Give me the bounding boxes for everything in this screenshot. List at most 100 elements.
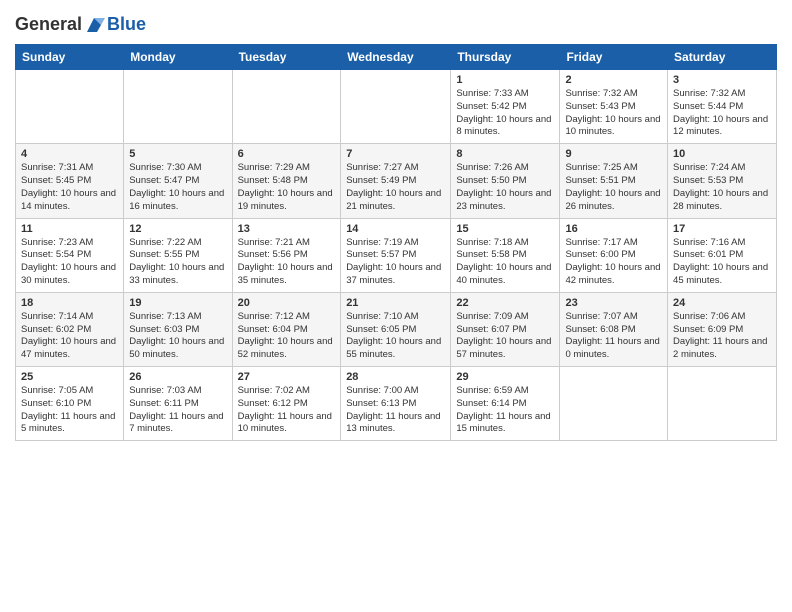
weekday-header-saturday: Saturday: [668, 45, 777, 70]
logo: General Blue: [15, 14, 146, 36]
calendar-cell: 25 Sunrise: 7:05 AM Sunset: 6:10 PM Dayli…: [16, 367, 124, 441]
day-content: Sunrise: 7:10 AM Sunset: 6:05 PM Dayligh…: [346, 311, 445, 362]
calendar-cell: 26Sunrise: 7:03 AM Sunset: 6:11 PM Dayli…: [124, 367, 232, 441]
day-number: 10: [673, 148, 771, 160]
calendar-cell: 9 Sunrise: 7:25 AM Sunset: 5:51 PM Daylig…: [560, 144, 668, 218]
day-number: 13: [238, 223, 336, 235]
day-number: 22: [456, 297, 554, 309]
day-number: 12: [129, 223, 226, 235]
day-content: Sunrise: 7:26 AM Sunset: 5:50 PM Dayligh…: [456, 162, 554, 213]
day-content: Sunrise: 7:31 AM Sunset: 5:45 PM Dayligh…: [21, 162, 118, 213]
day-content: Sunrise: 7:25 AM Sunset: 5:51 PM Dayligh…: [565, 162, 662, 213]
calendar-week-row: 1 Sunrise: 7:33 AM Sunset: 5:42 PM Daylig…: [16, 70, 777, 144]
day-content: Sunrise: 7:29 AM Sunset: 5:48 PM Dayligh…: [238, 162, 336, 213]
day-number: 27: [238, 371, 336, 383]
calendar-cell: [560, 367, 668, 441]
header: General Blue: [15, 10, 777, 36]
day-content: Sunrise: 7:05 AM Sunset: 6:10 PM Dayligh…: [21, 385, 118, 436]
day-number: 17: [673, 223, 771, 235]
calendar-table: SundayMondayTuesdayWednesdayThursdayFrid…: [15, 44, 777, 441]
calendar-cell: 14 Sunrise: 7:19 AM Sunset: 5:57 PM Dayli…: [341, 218, 451, 292]
day-number: 16: [565, 223, 662, 235]
calendar-cell: 8 Sunrise: 7:26 AM Sunset: 5:50 PM Daylig…: [451, 144, 560, 218]
calendar-cell: [668, 367, 777, 441]
calendar-cell: 3 Sunrise: 7:32 AM Sunset: 5:44 PM Daylig…: [668, 70, 777, 144]
day-number: 1: [456, 74, 554, 86]
day-number: 24: [673, 297, 771, 309]
day-number: 23: [565, 297, 662, 309]
day-number: 6: [238, 148, 336, 160]
day-content: Sunrise: 7:14 AM Sunset: 6:02 PM Dayligh…: [21, 311, 118, 362]
page: General Blue SundayMondayTuesdayWednesda…: [0, 0, 792, 612]
day-content: Sunrise: 7:03 AM Sunset: 6:11 PM Dayligh…: [129, 385, 226, 436]
calendar-cell: 7 Sunrise: 7:27 AM Sunset: 5:49 PM Daylig…: [341, 144, 451, 218]
day-content: Sunrise: 7:23 AM Sunset: 5:54 PM Dayligh…: [21, 237, 118, 288]
day-content: Sunrise: 7:24 AM Sunset: 5:53 PM Dayligh…: [673, 162, 771, 213]
day-number: 8: [456, 148, 554, 160]
day-number: 2: [565, 74, 662, 86]
day-content: Sunrise: 7:07 AM Sunset: 6:08 PM Dayligh…: [565, 311, 662, 362]
day-content: Sunrise: 7:06 AM Sunset: 6:09 PM Dayligh…: [673, 311, 771, 362]
weekday-header-wednesday: Wednesday: [341, 45, 451, 70]
day-number: 5: [129, 148, 226, 160]
calendar-week-row: 11 Sunrise: 7:23 AM Sunset: 5:54 PM Dayli…: [16, 218, 777, 292]
day-content: Sunrise: 7:19 AM Sunset: 5:57 PM Dayligh…: [346, 237, 445, 288]
weekday-header-tuesday: Tuesday: [232, 45, 341, 70]
day-content: Sunrise: 7:17 AM Sunset: 6:00 PM Dayligh…: [565, 237, 662, 288]
calendar-cell: [16, 70, 124, 144]
day-content: Sunrise: 7:09 AM Sunset: 6:07 PM Dayligh…: [456, 311, 554, 362]
calendar-week-row: 18Sunrise: 7:14 AM Sunset: 6:02 PM Dayli…: [16, 292, 777, 366]
weekday-header-thursday: Thursday: [451, 45, 560, 70]
calendar-cell: 28 Sunrise: 7:00 AM Sunset: 6:13 PM Dayli…: [341, 367, 451, 441]
calendar-cell: 6 Sunrise: 7:29 AM Sunset: 5:48 PM Daylig…: [232, 144, 341, 218]
day-number: 9: [565, 148, 662, 160]
day-content: Sunrise: 7:12 AM Sunset: 6:04 PM Dayligh…: [238, 311, 336, 362]
day-number: 28: [346, 371, 445, 383]
calendar-cell: 20 Sunrise: 7:12 AM Sunset: 6:04 PM Dayli…: [232, 292, 341, 366]
day-number: 25: [21, 371, 118, 383]
calendar-week-row: 4 Sunrise: 7:31 AM Sunset: 5:45 PM Daylig…: [16, 144, 777, 218]
day-content: Sunrise: 7:02 AM Sunset: 6:12 PM Dayligh…: [238, 385, 336, 436]
day-content: Sunrise: 7:30 AM Sunset: 5:47 PM Dayligh…: [129, 162, 226, 213]
day-content: Sunrise: 7:21 AM Sunset: 5:56 PM Dayligh…: [238, 237, 336, 288]
day-content: Sunrise: 7:22 AM Sunset: 5:55 PM Dayligh…: [129, 237, 226, 288]
calendar-cell: 13 Sunrise: 7:21 AM Sunset: 5:56 PM Dayli…: [232, 218, 341, 292]
weekday-header-monday: Monday: [124, 45, 232, 70]
day-number: 14: [346, 223, 445, 235]
day-content: Sunrise: 7:32 AM Sunset: 5:43 PM Dayligh…: [565, 88, 662, 139]
calendar-cell: [124, 70, 232, 144]
day-content: Sunrise: 7:18 AM Sunset: 5:58 PM Dayligh…: [456, 237, 554, 288]
calendar-cell: 19Sunrise: 7:13 AM Sunset: 6:03 PM Dayli…: [124, 292, 232, 366]
calendar-cell: 18Sunrise: 7:14 AM Sunset: 6:02 PM Dayli…: [16, 292, 124, 366]
weekday-header-row: SundayMondayTuesdayWednesdayThursdayFrid…: [16, 45, 777, 70]
day-content: Sunrise: 7:00 AM Sunset: 6:13 PM Dayligh…: [346, 385, 445, 436]
day-content: Sunrise: 6:59 AM Sunset: 6:14 PM Dayligh…: [456, 385, 554, 436]
calendar-week-row: 25 Sunrise: 7:05 AM Sunset: 6:10 PM Dayli…: [16, 367, 777, 441]
calendar-cell: [341, 70, 451, 144]
logo-text: General Blue: [15, 14, 146, 36]
day-number: 20: [238, 297, 336, 309]
weekday-header-friday: Friday: [560, 45, 668, 70]
day-number: 4: [21, 148, 118, 160]
day-content: Sunrise: 7:16 AM Sunset: 6:01 PM Dayligh…: [673, 237, 771, 288]
calendar-cell: 10 Sunrise: 7:24 AM Sunset: 5:53 PM Dayli…: [668, 144, 777, 218]
day-number: 3: [673, 74, 771, 86]
day-number: 11: [21, 223, 118, 235]
day-content: Sunrise: 7:27 AM Sunset: 5:49 PM Dayligh…: [346, 162, 445, 213]
day-number: 29: [456, 371, 554, 383]
calendar-cell: [232, 70, 341, 144]
calendar-cell: 21Sunrise: 7:10 AM Sunset: 6:05 PM Dayli…: [341, 292, 451, 366]
calendar-cell: 29 Sunrise: 6:59 AM Sunset: 6:14 PM Dayli…: [451, 367, 560, 441]
day-number: 7: [346, 148, 445, 160]
day-number: 19: [129, 297, 226, 309]
day-content: Sunrise: 7:33 AM Sunset: 5:42 PM Dayligh…: [456, 88, 554, 139]
day-content: Sunrise: 7:32 AM Sunset: 5:44 PM Dayligh…: [673, 88, 771, 139]
calendar-cell: 22 Sunrise: 7:09 AM Sunset: 6:07 PM Dayli…: [451, 292, 560, 366]
calendar-cell: 2 Sunrise: 7:32 AM Sunset: 5:43 PM Daylig…: [560, 70, 668, 144]
calendar-cell: 1 Sunrise: 7:33 AM Sunset: 5:42 PM Daylig…: [451, 70, 560, 144]
calendar-cell: 5 Sunrise: 7:30 AM Sunset: 5:47 PM Daylig…: [124, 144, 232, 218]
calendar-cell: 17 Sunrise: 7:16 AM Sunset: 6:01 PM Dayli…: [668, 218, 777, 292]
day-number: 15: [456, 223, 554, 235]
calendar-cell: 24 Sunrise: 7:06 AM Sunset: 6:09 PM Dayli…: [668, 292, 777, 366]
calendar-cell: 11 Sunrise: 7:23 AM Sunset: 5:54 PM Dayli…: [16, 218, 124, 292]
